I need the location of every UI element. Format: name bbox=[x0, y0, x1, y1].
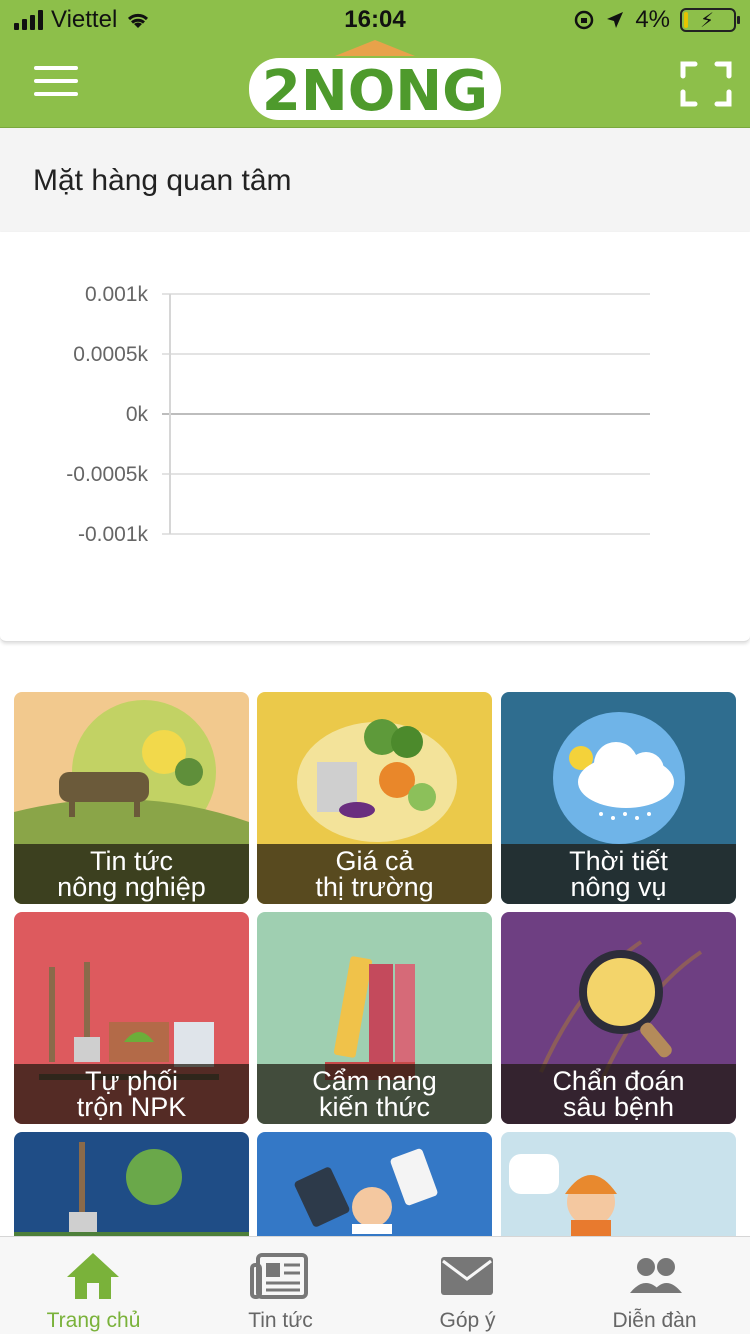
home-icon bbox=[67, 1253, 119, 1299]
tile-caption: Tự phối trộn NPK bbox=[14, 1064, 249, 1124]
tile-handbook[interactable]: Cẩm nang kiến thức bbox=[257, 912, 492, 1124]
tile-caption-line1: Cẩm nang bbox=[312, 1066, 437, 1096]
tab-news[interactable]: Tin tức bbox=[187, 1237, 374, 1334]
y-tick-label: 0k bbox=[126, 403, 149, 426]
tile-caption: Giá cả thị trường bbox=[257, 844, 492, 904]
section-title: Mặt hàng quan tâm bbox=[33, 164, 292, 197]
tile-caption: Thời tiết nông vụ bbox=[501, 844, 736, 904]
battery-percent: 4% bbox=[635, 6, 670, 33]
tile-caption: Cẩm nang kiến thức bbox=[257, 1064, 492, 1124]
y-tick-label: -0.0005k bbox=[66, 463, 148, 486]
tile-caption-line2: nông nghiệp bbox=[57, 872, 206, 902]
app-header: Viettel 16:04 4% ⚡ 2NONG bbox=[0, 0, 750, 128]
tile-caption-line2: sâu bệnh bbox=[562, 1092, 675, 1122]
tile-agri-news[interactable]: Tin tức nông nghiệp bbox=[14, 692, 249, 904]
status-right: 4% ⚡ bbox=[573, 6, 740, 34]
tab-label: Góp ý bbox=[439, 1309, 496, 1332]
svg-text:2NONG: 2NONG bbox=[262, 59, 488, 124]
tab-label: Diễn đàn bbox=[612, 1309, 697, 1332]
tile-caption-line1: Thời tiết bbox=[569, 846, 668, 876]
tile-caption-line1: Giá cả bbox=[335, 846, 414, 876]
app-logo: 2NONG bbox=[249, 40, 501, 124]
interest-chart-card: 0.001k 0.0005k 0k -0.0005k -0.001k bbox=[0, 232, 750, 642]
location-icon bbox=[607, 12, 624, 28]
tile-caption-line2: trộn NPK bbox=[76, 1092, 187, 1122]
tab-home[interactable]: Trang chủ bbox=[0, 1237, 187, 1334]
tile-caption-line2: nông vụ bbox=[570, 872, 667, 902]
y-tick-label: 0.0005k bbox=[73, 343, 148, 366]
tile-pest-diagnosis[interactable]: Chẩn đoán sâu bệnh bbox=[501, 912, 736, 1124]
section-header: Mặt hàng quan tâm bbox=[0, 128, 750, 232]
tile-caption: Tin tức nông nghiệp bbox=[14, 844, 249, 904]
tile-caption-line1: Chẩn đoán bbox=[552, 1066, 685, 1096]
bottom-tab-bar: Trang chủ Tin tức Góp ý Diễn đàn bbox=[0, 1236, 750, 1334]
interest-chart: 0.001k 0.0005k 0k -0.0005k -0.001k bbox=[66, 283, 650, 546]
y-tick-label: 0.001k bbox=[85, 283, 149, 306]
tab-label: Tin tức bbox=[248, 1309, 313, 1332]
tile-weather[interactable]: Thời tiết nông vụ bbox=[501, 692, 736, 904]
tab-forum[interactable]: Diễn đàn bbox=[561, 1237, 748, 1334]
tile-caption-line1: Tự phối bbox=[84, 1066, 179, 1096]
mail-icon bbox=[441, 1257, 493, 1295]
rotation-lock-icon bbox=[575, 10, 594, 30]
newspaper-icon bbox=[250, 1253, 308, 1299]
status-bar: Viettel 16:04 4% ⚡ bbox=[0, 0, 750, 40]
y-tick-label: -0.001k bbox=[78, 523, 149, 546]
tile-caption-line1: Tin tức bbox=[89, 846, 174, 876]
people-icon bbox=[630, 1258, 682, 1293]
tile-caption: Chẩn đoán sâu bệnh bbox=[501, 1064, 736, 1124]
tab-label: Trang chủ bbox=[46, 1309, 141, 1332]
tile-caption-line2: thị trường bbox=[315, 872, 434, 902]
tile-caption-line2: kiến thức bbox=[318, 1092, 431, 1122]
tile-npk-mixing[interactable]: Tự phối trộn NPK bbox=[14, 912, 249, 1124]
scan-icon[interactable] bbox=[680, 60, 732, 108]
battery-icon: ⚡ bbox=[680, 8, 740, 32]
tab-feedback[interactable]: Góp ý bbox=[374, 1237, 561, 1334]
tile-market-price[interactable]: Giá cả thị trường bbox=[257, 692, 492, 904]
hamburger-menu-button[interactable] bbox=[34, 66, 78, 100]
